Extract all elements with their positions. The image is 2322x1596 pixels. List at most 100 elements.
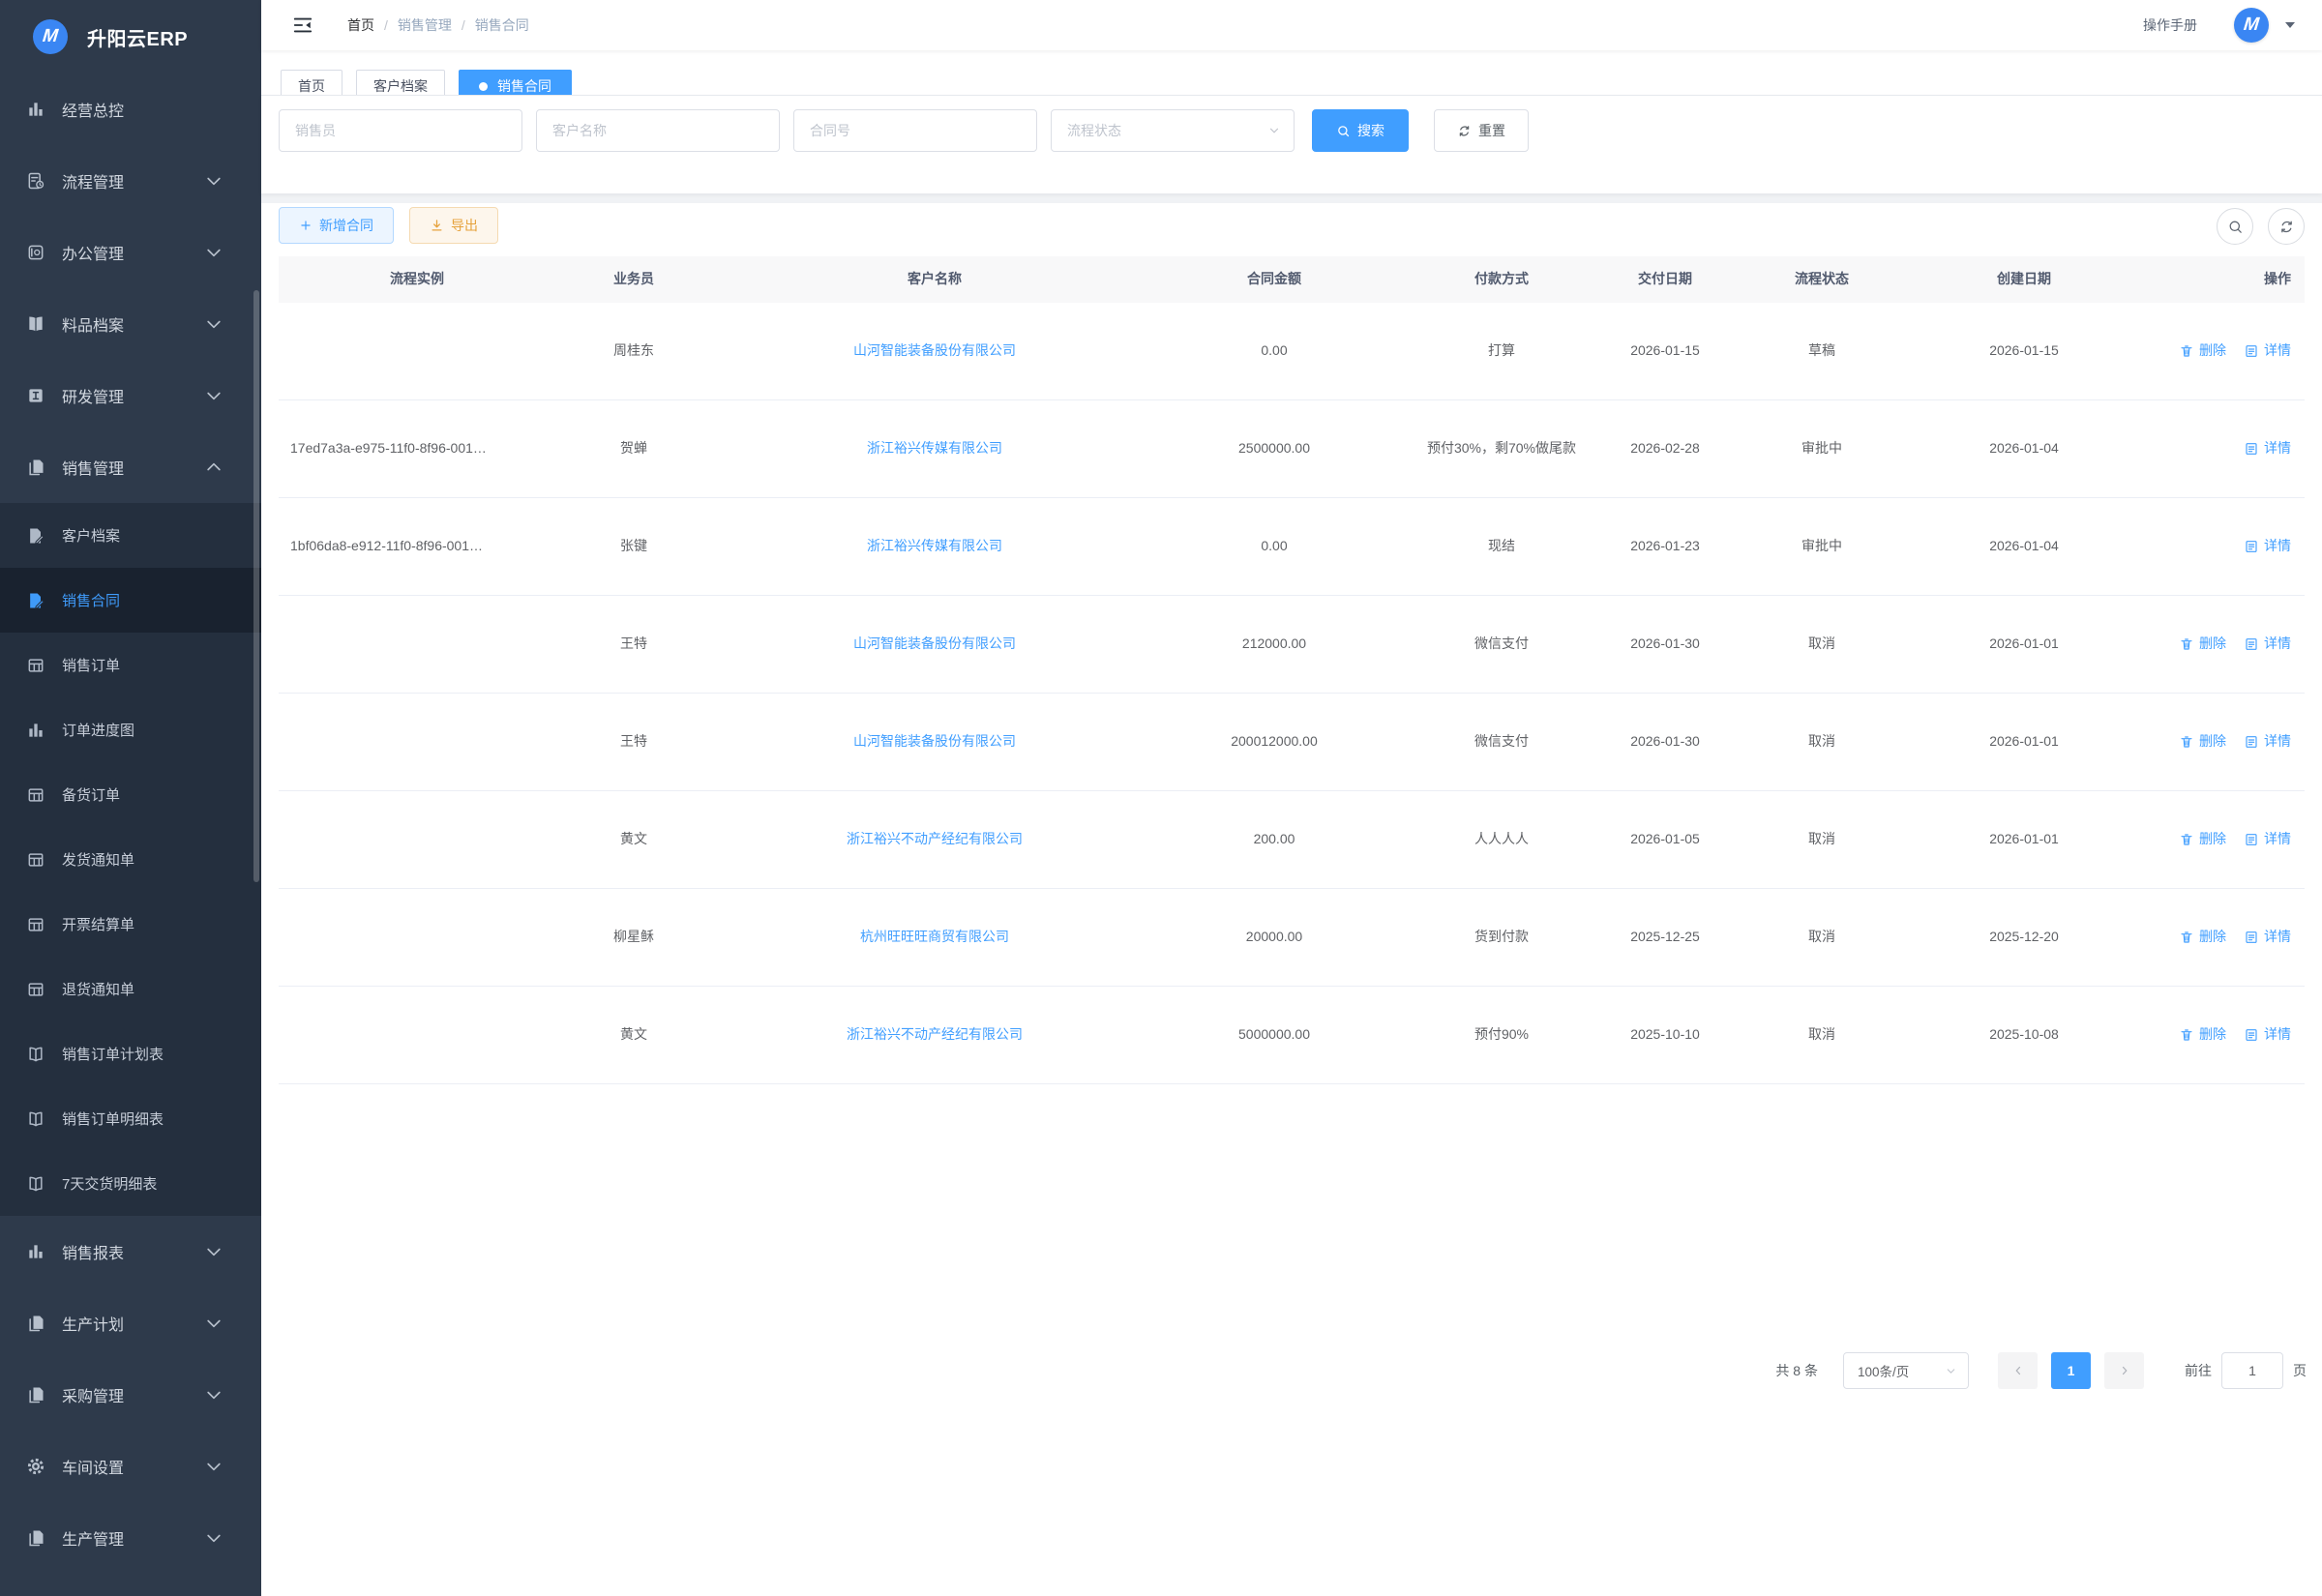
status-select[interactable]: 流程状态 — [1051, 109, 1295, 152]
detail-button[interactable]: 详情 — [2244, 535, 2291, 558]
customer-link[interactable]: 山河智能装备股份有限公司 — [853, 342, 1016, 358]
customer-link[interactable]: 浙江裕兴传媒有限公司 — [867, 538, 1002, 553]
delete-button[interactable]: 删除 — [2179, 730, 2226, 754]
detail-button[interactable]: 详情 — [2244, 730, 2291, 754]
delete-button[interactable]: 删除 — [2179, 926, 2226, 949]
chevron-down-icon — [204, 386, 223, 405]
sidebar-sub-item[interactable]: 7天交货明细表 — [0, 1151, 261, 1216]
cell-payment: 货到付款 — [1395, 926, 1608, 949]
breadcrumb-item[interactable]: 首页 — [347, 15, 374, 35]
cell-payment: 现结 — [1395, 535, 1608, 558]
detail-button[interactable]: 详情 — [2244, 926, 2291, 949]
sidebar-item[interactable]: 办公管理 — [0, 217, 261, 288]
delete-button[interactable]: 删除 — [2179, 1023, 2226, 1047]
cell-amount: 2500000.00 — [1153, 437, 1395, 460]
sidebar-item[interactable]: 研发管理 — [0, 360, 261, 431]
cell-operations: 删除详情 — [2127, 633, 2305, 656]
sidebar-item[interactable]: 车间设置 — [0, 1431, 261, 1502]
customer-link[interactable]: 浙江裕兴不动产经纪有限公司 — [847, 831, 1023, 846]
export-button[interactable]: 导出 — [409, 207, 498, 244]
sidebar-item[interactable]: 加工车间 — [0, 1574, 261, 1596]
cell-created-date: 2026-01-15 — [1921, 340, 2127, 363]
chevron-down-icon — [204, 1528, 223, 1548]
page-size-select[interactable]: 100条/页 — [1843, 1352, 1969, 1389]
table-refresh-button[interactable] — [2268, 208, 2305, 245]
tag-item[interactable]: 首页 — [281, 70, 342, 95]
breadcrumb-item[interactable]: 销售合同 — [475, 15, 529, 35]
sidebar-item[interactable]: 生产计划 — [0, 1287, 261, 1359]
column-header: 操作 — [2127, 268, 2305, 291]
customer-link[interactable]: 浙江裕兴传媒有限公司 — [867, 440, 1002, 456]
sidebar-item[interactable]: 料品档案 — [0, 288, 261, 360]
bar-chart-icon — [26, 100, 45, 119]
tag-item[interactable]: 客户档案 — [356, 70, 445, 95]
detail-button[interactable]: 详情 — [2244, 340, 2291, 363]
sidebar-sub-item[interactable]: 备货订单 — [0, 762, 261, 827]
sidebar-sub-item[interactable]: 退货通知单 — [0, 957, 261, 1021]
manual-link[interactable]: 操作手册 — [2143, 15, 2197, 35]
salesman-input[interactable] — [279, 109, 522, 152]
sidebar-sub-item[interactable]: 销售订单明细表 — [0, 1086, 261, 1151]
detail-button[interactable]: 详情 — [2244, 828, 2291, 851]
detail-button[interactable]: 详情 — [2244, 437, 2291, 460]
sidebar-sub-item-active[interactable]: 销售合同 — [0, 568, 261, 633]
cell-status: 取消 — [1722, 633, 1921, 656]
customer-link[interactable]: 浙江裕兴不动产经纪有限公司 — [847, 1026, 1023, 1042]
customer-link[interactable]: 杭州旺旺旺商贸有限公司 — [860, 929, 1009, 944]
page-size-value: 100条/页 — [1858, 1361, 1909, 1380]
sidebar-sub-item[interactable]: 发货通知单 — [0, 827, 261, 892]
detail-icon — [2244, 832, 2259, 847]
sidebar-item[interactable]: 销售报表 — [0, 1216, 261, 1287]
breadcrumb-item[interactable]: 销售管理 — [398, 15, 452, 35]
sidebar-item[interactable]: 生产管理 — [0, 1502, 261, 1574]
pagination: 共 8 条 100条/页 1 前往 页 — [1775, 1352, 2307, 1389]
cell-delivery-date: 2026-01-23 — [1608, 535, 1722, 558]
cell-operations: 删除详情 — [2127, 340, 2305, 363]
search-button[interactable]: 搜索 — [1312, 109, 1409, 152]
sidebar-item[interactable]: 采购管理 — [0, 1359, 261, 1431]
sidebar-item[interactable]: 经营总控 — [0, 74, 261, 145]
detail-button[interactable]: 详情 — [2244, 633, 2291, 656]
column-search-button[interactable] — [2217, 208, 2253, 245]
caret-down-icon[interactable] — [2285, 22, 2295, 28]
page-unit-label: 页 — [2293, 1361, 2307, 1380]
sidebar-sub-item-label: 销售订单 — [62, 655, 240, 675]
customer-link[interactable]: 山河智能装备股份有限公司 — [853, 635, 1016, 651]
grid-icon — [26, 980, 45, 999]
sidebar-sub-item[interactable]: 客户档案 — [0, 503, 261, 568]
sidebar-item[interactable]: 销售管理 — [0, 431, 261, 503]
sidebar-sub-item[interactable]: 开票结算单 — [0, 892, 261, 957]
add-contract-button[interactable]: 新增合同 — [279, 207, 394, 244]
sidebar-sub-item-label: 销售合同 — [62, 590, 240, 610]
sidebar-scrollbar[interactable] — [253, 290, 259, 882]
cell-amount: 0.00 — [1153, 535, 1395, 558]
detail-button[interactable]: 详情 — [2244, 1023, 2291, 1047]
tag-item-active[interactable]: 销售合同 — [459, 70, 572, 95]
avatar[interactable]: M — [2234, 8, 2269, 43]
cell-delivery-date: 2025-10-10 — [1608, 1023, 1722, 1047]
delete-button[interactable]: 删除 — [2179, 633, 2226, 656]
contract-no-input[interactable] — [793, 109, 1037, 152]
delete-button[interactable]: 删除 — [2179, 340, 2226, 363]
goto-page-input[interactable] — [2221, 1352, 2283, 1389]
sidebar-sub-item-label: 销售订单明细表 — [62, 1108, 240, 1129]
sidebar-collapse-icon[interactable] — [292, 15, 313, 36]
customer-link[interactable]: 山河智能装备股份有限公司 — [853, 733, 1016, 749]
delete-label: 删除 — [2199, 340, 2226, 363]
grid-icon — [26, 656, 45, 675]
page-number-button[interactable]: 1 — [2051, 1352, 2091, 1389]
customer-name-input[interactable] — [536, 109, 780, 152]
cell-created-date: 2025-10-08 — [1921, 1023, 2127, 1047]
sidebar-sub-item[interactable]: 订单进度图 — [0, 697, 261, 762]
sidebar-item[interactable]: 流程管理 — [0, 145, 261, 217]
cell-delivery-date: 2026-02-28 — [1608, 437, 1722, 460]
reset-button[interactable]: 重置 — [1434, 109, 1529, 152]
prev-page-button[interactable] — [1998, 1352, 2038, 1389]
cell-salesman: 柳星稣 — [551, 926, 716, 949]
cell-customer: 浙江裕兴传媒有限公司 — [716, 535, 1153, 558]
sidebar-sub-item[interactable]: 销售订单 — [0, 633, 261, 697]
sidebar-sub-item[interactable]: 销售订单计划表 — [0, 1021, 261, 1086]
delete-button[interactable]: 删除 — [2179, 828, 2226, 851]
next-page-button[interactable] — [2104, 1352, 2144, 1389]
cell-payment: 预付90% — [1395, 1023, 1608, 1047]
